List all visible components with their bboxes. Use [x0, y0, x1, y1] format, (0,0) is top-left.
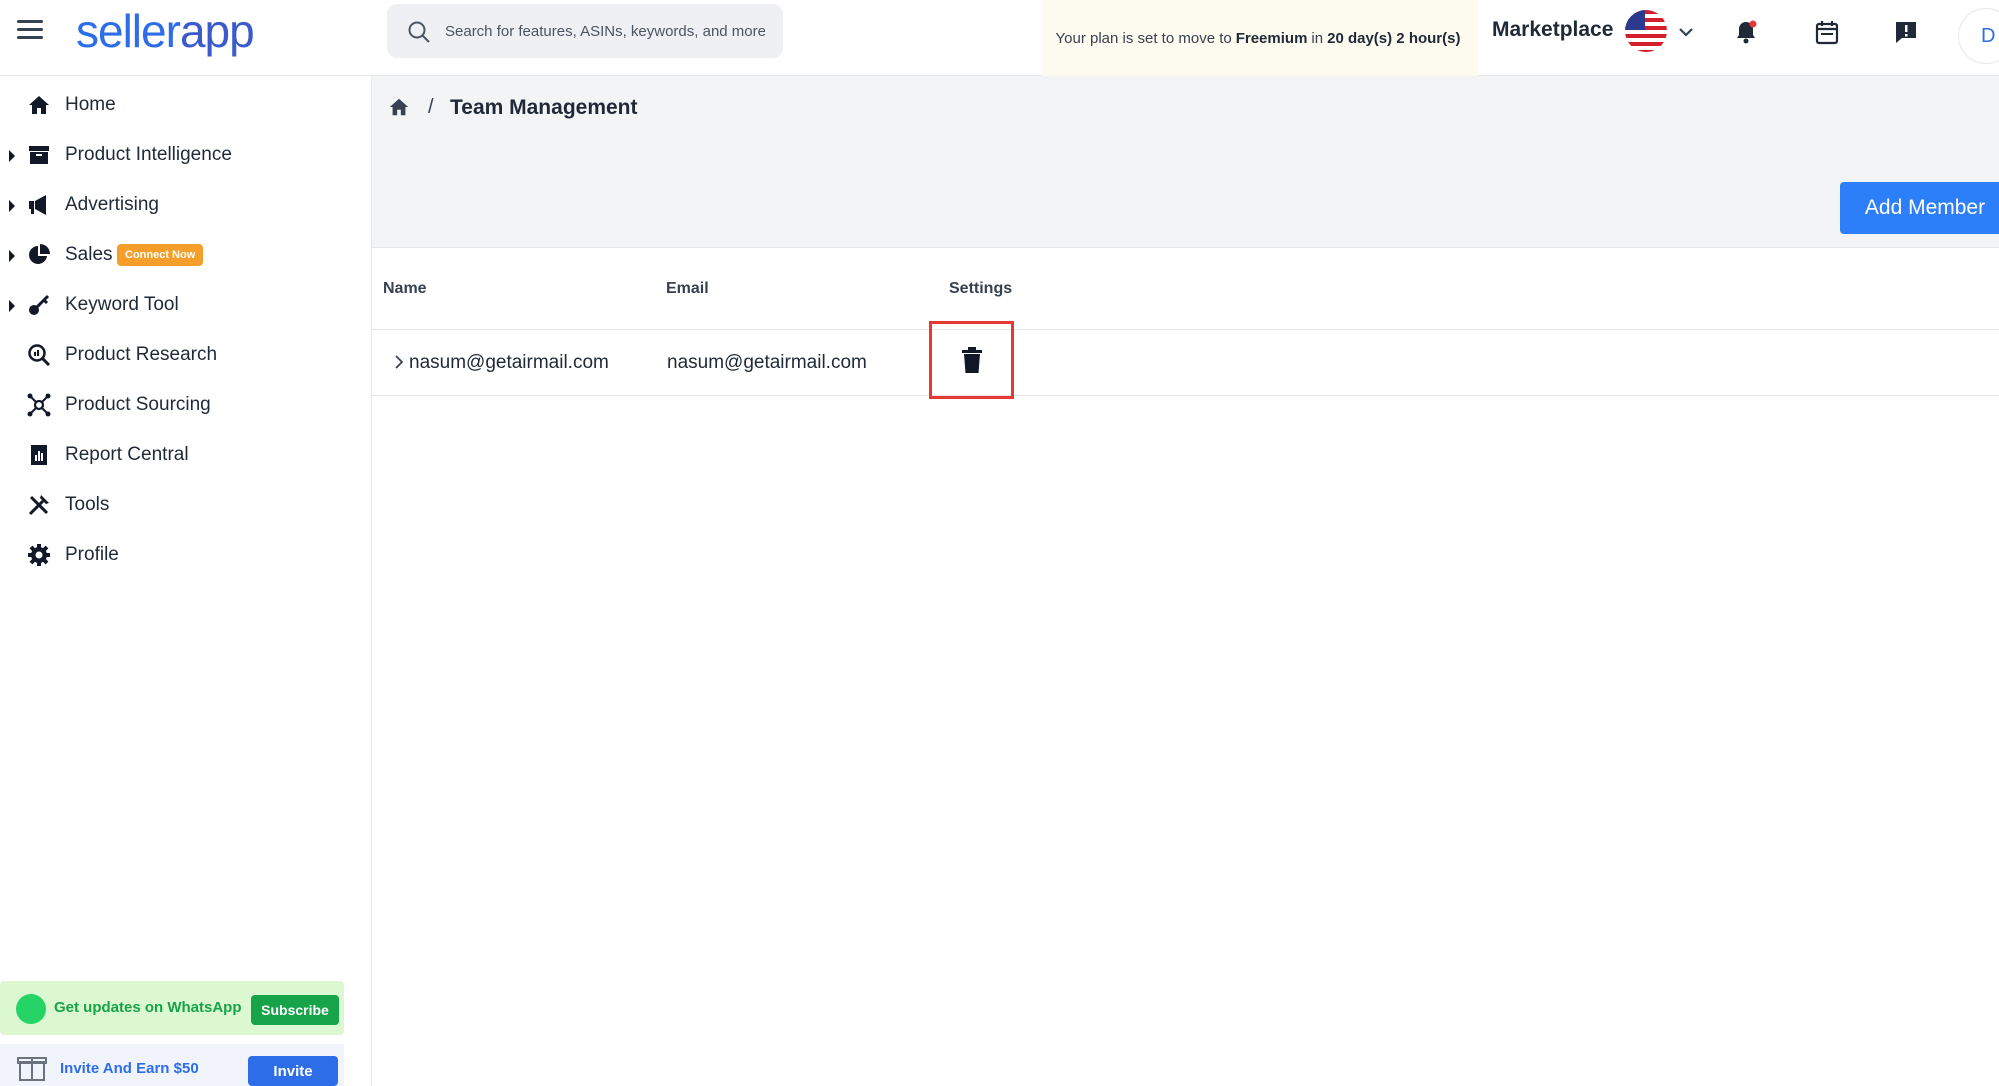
page-header: / Team Management Add Member [372, 76, 1999, 248]
sidebar-item-home[interactable]: Home [0, 80, 372, 130]
archive-icon [29, 146, 49, 164]
sidebar-item-label: Product Sourcing [65, 394, 211, 415]
sidebar-item-sales[interactable]: Sales Connect Now [0, 230, 372, 280]
gift-icon [17, 1057, 47, 1081]
us-flag-icon[interactable] [1625, 10, 1667, 52]
search-input[interactable] [445, 16, 765, 46]
sidebar-item-label: Product Intelligence [65, 144, 232, 165]
chevron-down-icon[interactable] [1676, 22, 1696, 42]
sidebar-item-tools[interactable]: Tools [0, 480, 372, 530]
feedback-icon[interactable] [1892, 18, 1920, 46]
sidebar-item-product-intelligence[interactable]: Product Intelligence [0, 130, 372, 180]
plan-time: 20 day(s) 2 hour(s) [1327, 29, 1461, 47]
trash-icon [961, 347, 982, 373]
sidebar-item-advertising[interactable]: Advertising [0, 180, 372, 230]
sidebar-item-keyword-tool[interactable]: Keyword Tool [0, 280, 372, 330]
invite-button[interactable]: Invite [248, 1056, 338, 1086]
sidebar-item-label: Advertising [65, 194, 159, 215]
sidebar-item-profile[interactable]: Profile [0, 530, 372, 580]
sidebar: Home Product Intelligence Advertising Sa… [0, 76, 372, 1086]
gear-icon [28, 544, 50, 566]
sidebar-item-label: Tools [65, 494, 110, 515]
add-member-button[interactable]: Add Member [1840, 182, 1999, 234]
sidebar-item-label: Product Research [65, 344, 218, 365]
expand-caret-icon[interactable] [9, 150, 15, 162]
sidebar-item-label: Sales [65, 244, 113, 265]
column-header-email: Email [666, 280, 709, 297]
connect-now-badge[interactable]: Connect Now [117, 244, 204, 266]
main-content: / Team Management Add Member Name Email … [372, 76, 1999, 1086]
top-bar: sellerapp Your plan is set to move to Fr… [0, 0, 1999, 76]
subscribe-button[interactable]: Subscribe [251, 995, 339, 1025]
sidebar-item-product-sourcing[interactable]: Product Sourcing [0, 380, 372, 430]
plan-notice: Your plan is set to move to Freemium in … [1042, 0, 1478, 76]
sidebar-item-label: Profile [65, 544, 119, 565]
whatsapp-icon [16, 994, 46, 1024]
whatsapp-text: Get updates on WhatsApp [54, 999, 242, 1016]
plan-mid: in [1311, 29, 1324, 47]
invite-banner: Invite And Earn $50 Invite [0, 1044, 344, 1086]
breadcrumb-separator: / [428, 96, 434, 118]
search-icon [408, 21, 430, 43]
member-name: nasum@getairmail.com [409, 352, 609, 373]
expand-caret-icon[interactable] [9, 200, 15, 212]
bell-icon[interactable] [1732, 18, 1760, 46]
delete-member-button[interactable] [929, 321, 1014, 399]
column-header-settings: Settings [949, 280, 1013, 297]
search-analytics-icon [28, 344, 51, 367]
tools-icon [28, 495, 49, 516]
sidebar-item-label: Report Central [65, 444, 189, 465]
breadcrumb-home-icon[interactable] [388, 96, 410, 118]
avatar-initial: D [1981, 24, 1996, 47]
page-title: Team Management [450, 96, 638, 119]
table-row: nasum@getairmail.com nasum@getairmail.co… [372, 321, 1999, 399]
column-header-name: Name [383, 280, 427, 297]
plan-name: Freemium [1235, 29, 1308, 47]
report-icon [31, 445, 47, 465]
logo-seller: seller [76, 5, 181, 57]
home-icon [29, 96, 49, 114]
chevron-right-icon[interactable] [392, 354, 406, 370]
sidebar-item-label: Keyword Tool [65, 294, 179, 315]
logo-app: app [179, 5, 255, 57]
sidebar-item-report-central[interactable]: Report Central [0, 430, 372, 480]
whatsapp-banner: Get updates on WhatsApp Subscribe [0, 981, 344, 1035]
marketplace-label: Marketplace [1492, 18, 1614, 41]
user-avatar[interactable]: D [1958, 8, 1999, 64]
expand-caret-icon[interactable] [9, 250, 15, 262]
logo[interactable]: sellerapp [76, 4, 255, 58]
calendar-icon[interactable] [1813, 18, 1841, 46]
invite-text: Invite And Earn $50 [60, 1060, 199, 1077]
sidebar-item-product-research[interactable]: Product Research [0, 330, 372, 380]
key-icon [29, 294, 50, 315]
hamburger-menu-icon[interactable] [17, 20, 43, 40]
pie-chart-icon [29, 244, 50, 264]
megaphone-icon [29, 195, 46, 215]
search-bar[interactable] [387, 4, 783, 58]
member-email: nasum@getairmail.com [667, 352, 867, 373]
sidebar-item-label: Home [65, 94, 116, 115]
network-icon [27, 393, 51, 417]
expand-caret-icon[interactable] [9, 300, 15, 312]
plan-prefix: Your plan is set to move to [1055, 29, 1232, 47]
